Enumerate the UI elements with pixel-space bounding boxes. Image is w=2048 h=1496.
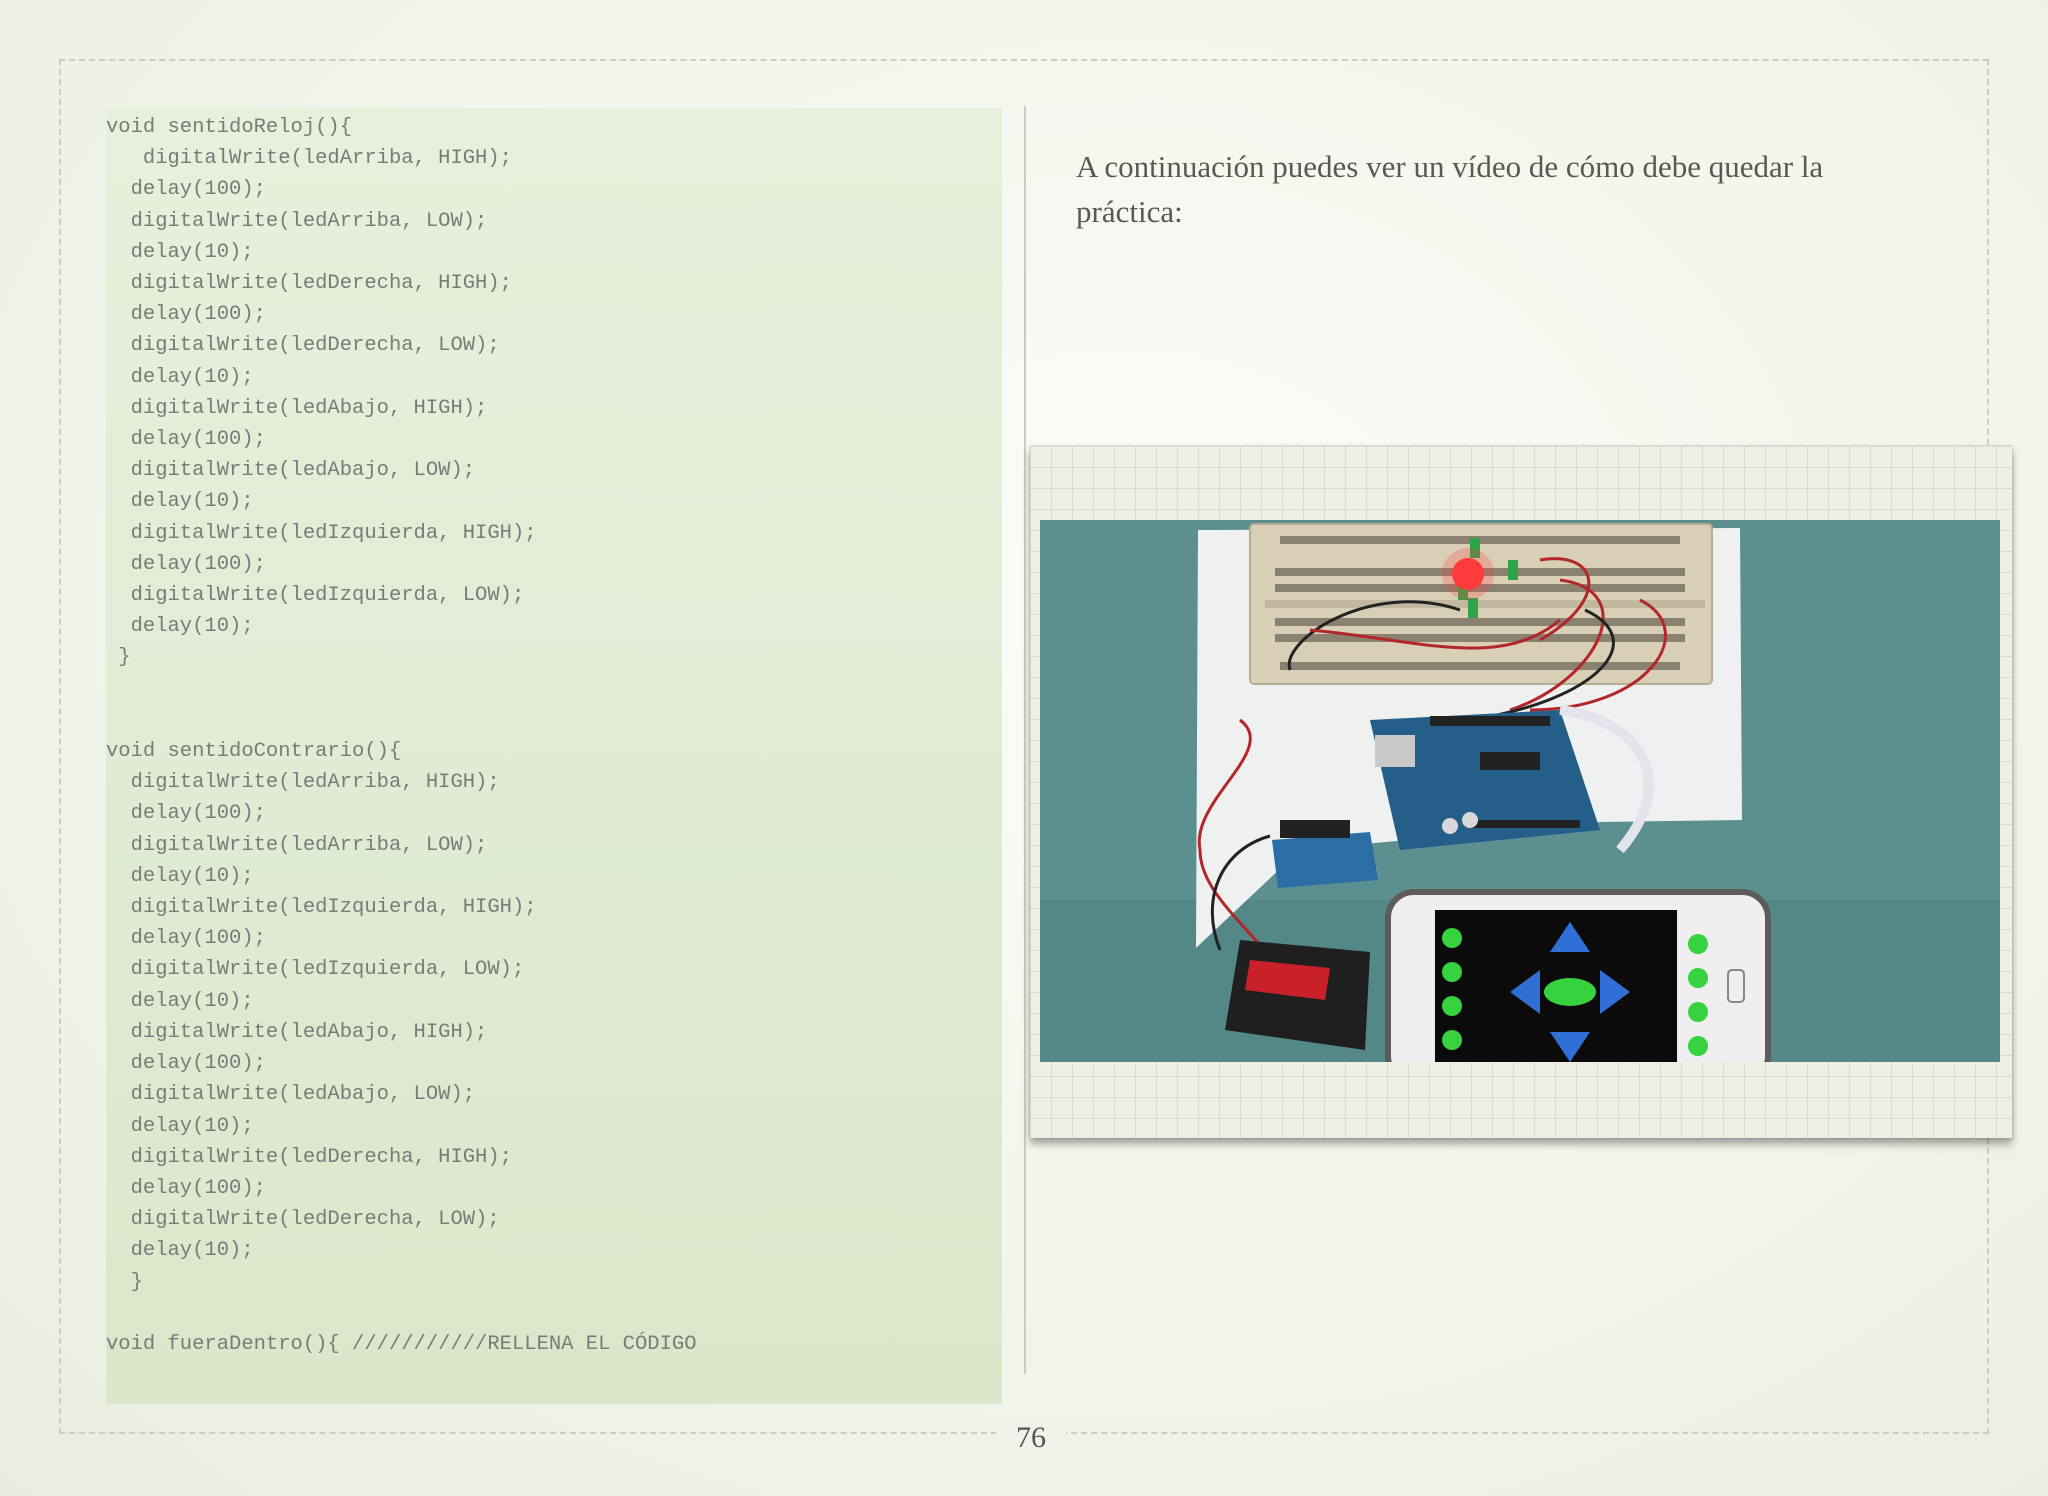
- intro-text: A continuación puedes ver un vídeo de có…: [1076, 149, 1824, 229]
- arduino-board: [1370, 710, 1600, 850]
- column-divider: [1024, 106, 1026, 1374]
- smartphone: [1385, 889, 1771, 1062]
- code-block: void sentidoReloj(){ digitalWrite(ledArr…: [106, 116, 697, 1356]
- video-card: [1030, 446, 2012, 1138]
- page-number: 76: [1016, 1421, 1046, 1454]
- video-still: [1040, 520, 2000, 1062]
- video-player[interactable]: [1040, 520, 2000, 1062]
